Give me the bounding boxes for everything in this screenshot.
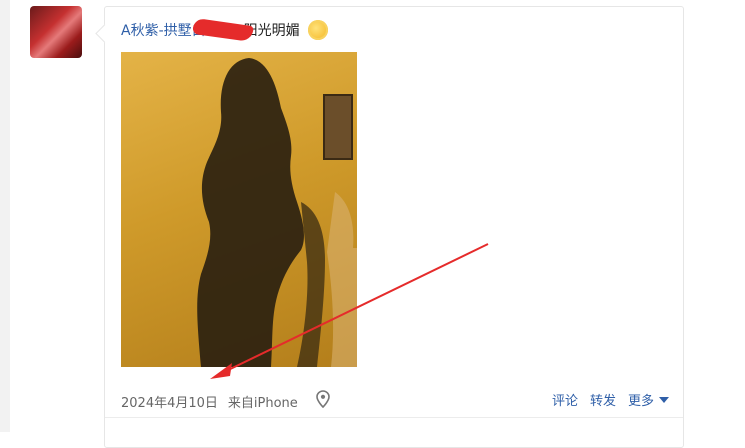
repost-button[interactable]: 转发 bbox=[590, 390, 616, 409]
wall-frame bbox=[323, 94, 353, 160]
more-label: 更多 bbox=[627, 394, 654, 409]
post-actions: 评论 转发 更多 bbox=[552, 390, 669, 409]
card-pointer bbox=[95, 24, 114, 43]
post-meta: 2024年4月10日 来自iPhone bbox=[121, 390, 330, 412]
comment-button[interactable]: 评论 bbox=[552, 390, 578, 409]
avatar[interactable] bbox=[30, 6, 82, 58]
post-card: A秋紫-拱墅白 阳光明媚 2024年4月10日 来自iPhone 评论 转发 更… bbox=[95, 6, 684, 448]
post-date[interactable]: 2024年4月10日 bbox=[121, 392, 218, 411]
location-pin-icon[interactable] bbox=[315, 390, 330, 412]
sun-emoji-icon bbox=[307, 20, 328, 40]
post-image[interactable] bbox=[121, 52, 357, 367]
left-gutter bbox=[0, 0, 10, 432]
more-button[interactable]: 更多 bbox=[628, 390, 669, 409]
post-header: A秋紫-拱墅白 阳光明媚 bbox=[121, 17, 328, 43]
caret-down-icon bbox=[659, 396, 669, 403]
silhouette-graphic bbox=[197, 58, 357, 367]
footer-divider bbox=[105, 417, 683, 418]
post-source: 来自iPhone bbox=[227, 395, 298, 411]
